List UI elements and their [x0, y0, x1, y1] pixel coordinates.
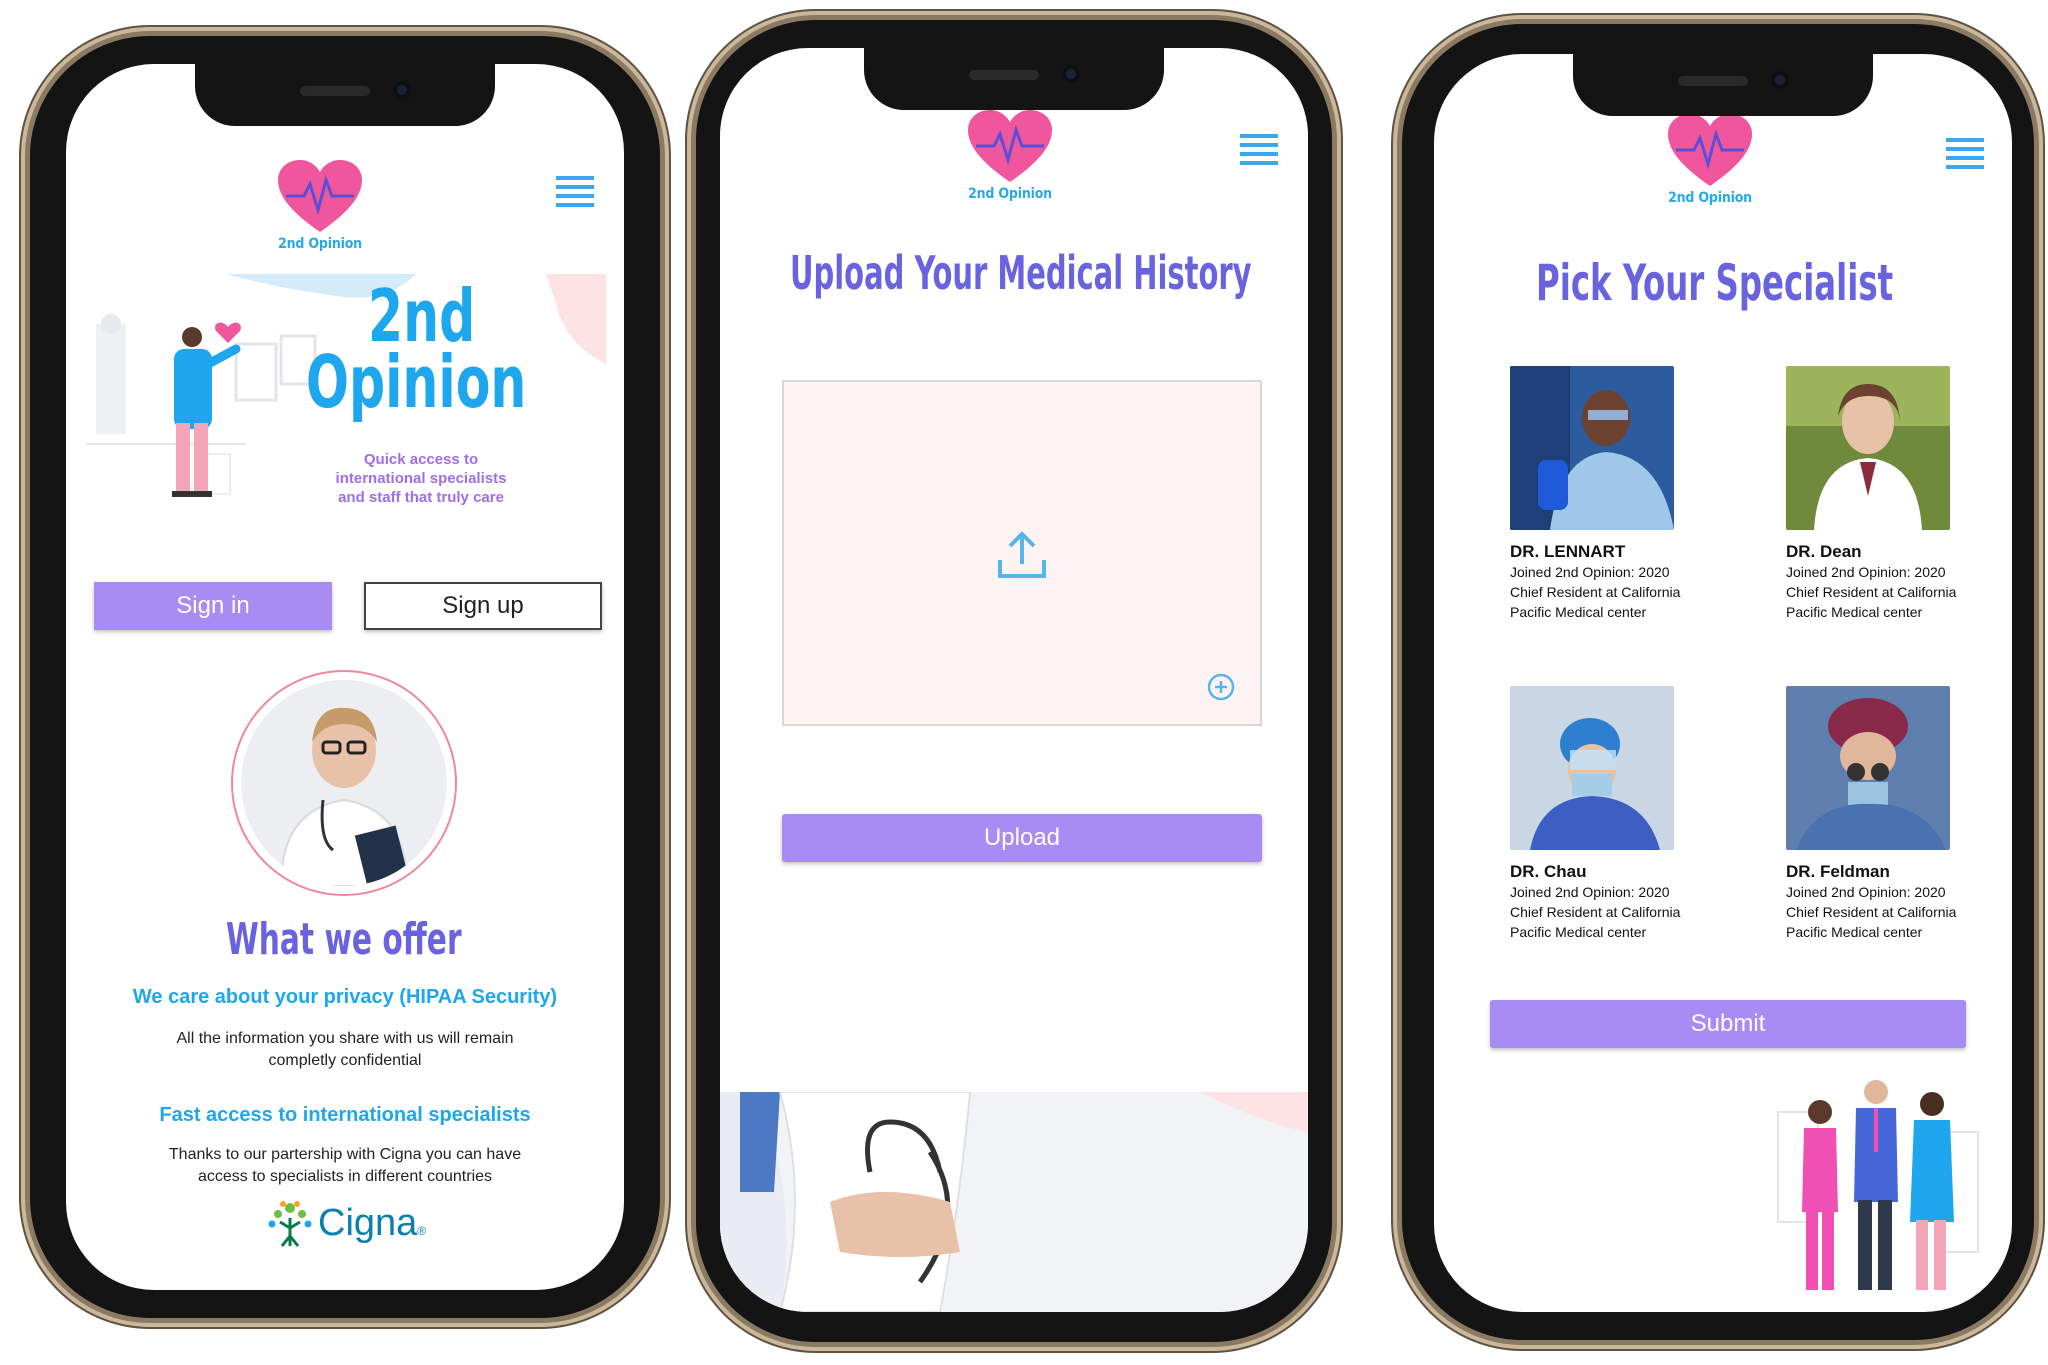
privacy-text-line: All the information you share with us wi…: [176, 1030, 514, 1047]
doctor-card[interactable]: DR. Feldman Joined 2nd Opinion: 2020 Chi…: [1786, 686, 1976, 942]
privacy-heading: We care about your privacy (HIPAA Securi…: [132, 986, 558, 1008]
doctor-role: Pacific Medical center: [1786, 924, 1923, 940]
heart-pulse-icon: [278, 160, 362, 232]
hamburger-menu-icon[interactable]: [556, 176, 594, 207]
fast-access-heading: Fast access to international specialists: [159, 1104, 531, 1126]
hamburger-menu-icon[interactable]: [1946, 138, 1984, 169]
phone-notch: [1573, 54, 1873, 116]
doctor-joined: Joined 2nd Opinion: 2020: [1786, 884, 1946, 900]
phone-frame-home: 2nd Opinion 2nd Opinion Quick access to …: [30, 36, 660, 1318]
hero-tagline: Quick access to international specialist…: [301, 450, 541, 507]
home-screen: 2nd Opinion 2nd Opinion Quick access to …: [66, 64, 624, 1290]
hero-tagline-line: Quick access to: [363, 451, 479, 468]
doctor-portrait-image: [241, 680, 447, 886]
logo-text: 2nd Opinion: [278, 236, 362, 252]
privacy-text-line: completly confidential: [268, 1052, 422, 1069]
submit-button[interactable]: Submit: [1490, 1000, 1966, 1048]
privacy-text: All the information you share with us wi…: [66, 1028, 624, 1072]
hero-banner: 2nd Opinion Quick access to internationa…: [86, 274, 606, 534]
doctor-photo: [1786, 366, 1950, 530]
upload-page-title: Upload Your Medical History: [790, 246, 1252, 300]
cigna-logo: Cigna ®: [266, 1196, 426, 1250]
doctor-joined: Joined 2nd Opinion: 2020: [1510, 564, 1670, 580]
stethoscope-photo: [720, 1092, 1308, 1312]
phone-frame-upload: 2nd Opinion Upload Your Medical History …: [696, 20, 1332, 1342]
heart-pulse-icon: [1668, 114, 1752, 186]
doctor-role: Pacific Medical center: [1786, 604, 1923, 620]
doctor-role: Chief Resident at California: [1510, 584, 1681, 600]
heart-pulse-icon: [968, 110, 1052, 182]
logo-text: 2nd Opinion: [968, 186, 1052, 202]
fast-access-text: Thanks to our partership with Cigna you …: [66, 1144, 624, 1188]
sign-up-button[interactable]: Sign up: [364, 582, 602, 630]
cigna-registered-mark: ®: [417, 1224, 427, 1238]
app-logo[interactable]: 2nd Opinion: [278, 160, 362, 252]
specialists-screen: 2nd Opinion Pick Your Specialist DR. LEN…: [1434, 54, 2012, 1312]
cigna-wordmark: Cigna: [318, 1201, 418, 1244]
app-logo[interactable]: 2nd Opinion: [968, 110, 1052, 202]
doctor-name: DR. Dean: [1786, 542, 1862, 561]
specialist-page-title: Pick Your Specialist: [1536, 254, 1894, 312]
sign-in-button[interactable]: Sign in: [94, 582, 332, 630]
doctor-role: Pacific Medical center: [1510, 604, 1647, 620]
upload-button[interactable]: Upload: [782, 814, 1262, 862]
doctor-role: Pacific Medical center: [1510, 924, 1647, 940]
fast-access-text-line: access to specialists in different count…: [197, 1168, 493, 1185]
upload-screen: 2nd Opinion Upload Your Medical History …: [720, 48, 1308, 1312]
doctor-joined: Joined 2nd Opinion: 2020: [1786, 564, 1946, 580]
doctor-photo: [1510, 686, 1674, 850]
cigna-tree-icon: [268, 1201, 312, 1247]
hamburger-menu-icon[interactable]: [1240, 134, 1278, 165]
zoom-in-icon[interactable]: [1206, 672, 1236, 702]
phone-notch: [864, 48, 1164, 110]
doctor-avatar: [231, 670, 457, 896]
doctor-name: DR. Chau: [1510, 862, 1587, 881]
doctor-role: Chief Resident at California: [1510, 904, 1681, 920]
doctor-role: Chief Resident at California: [1786, 904, 1957, 920]
doctor-name: DR. Feldman: [1786, 862, 1890, 881]
app-logo[interactable]: 2nd Opinion: [1668, 114, 1752, 206]
doctor-role: Chief Resident at California: [1786, 584, 1957, 600]
upload-icon[interactable]: [996, 530, 1048, 582]
what-we-offer-heading: What we offer: [226, 914, 462, 965]
phone-notch: [195, 64, 495, 126]
doctor-name: DR. LENNART: [1510, 542, 1626, 561]
hero-tagline-line: international specialists: [335, 470, 507, 487]
doctor-photo: [1786, 686, 1950, 850]
doctor-illustration: [172, 322, 241, 497]
medical-team-illustration: [1777, 1080, 1979, 1290]
doctor-photo: [1510, 366, 1674, 530]
doctor-card[interactable]: DR. Dean Joined 2nd Opinion: 2020 Chief …: [1786, 366, 1976, 622]
phone-frame-specialists: 2nd Opinion Pick Your Specialist DR. LEN…: [1402, 24, 2034, 1340]
doctor-joined: Joined 2nd Opinion: 2020: [1510, 884, 1670, 900]
hero-tagline-line: and staff that truly care: [338, 489, 504, 506]
file-drop-zone[interactable]: [782, 380, 1262, 726]
doctor-card[interactable]: DR. LENNART Joined 2nd Opinion: 2020 Chi…: [1510, 366, 1700, 622]
hero-title-line-2: Opinion: [306, 340, 527, 424]
logo-text: 2nd Opinion: [1668, 190, 1752, 206]
fast-access-text-line: Thanks to our partership with Cigna you …: [168, 1146, 522, 1163]
doctor-card[interactable]: DR. Chau Joined 2nd Opinion: 2020 Chief …: [1510, 686, 1700, 942]
